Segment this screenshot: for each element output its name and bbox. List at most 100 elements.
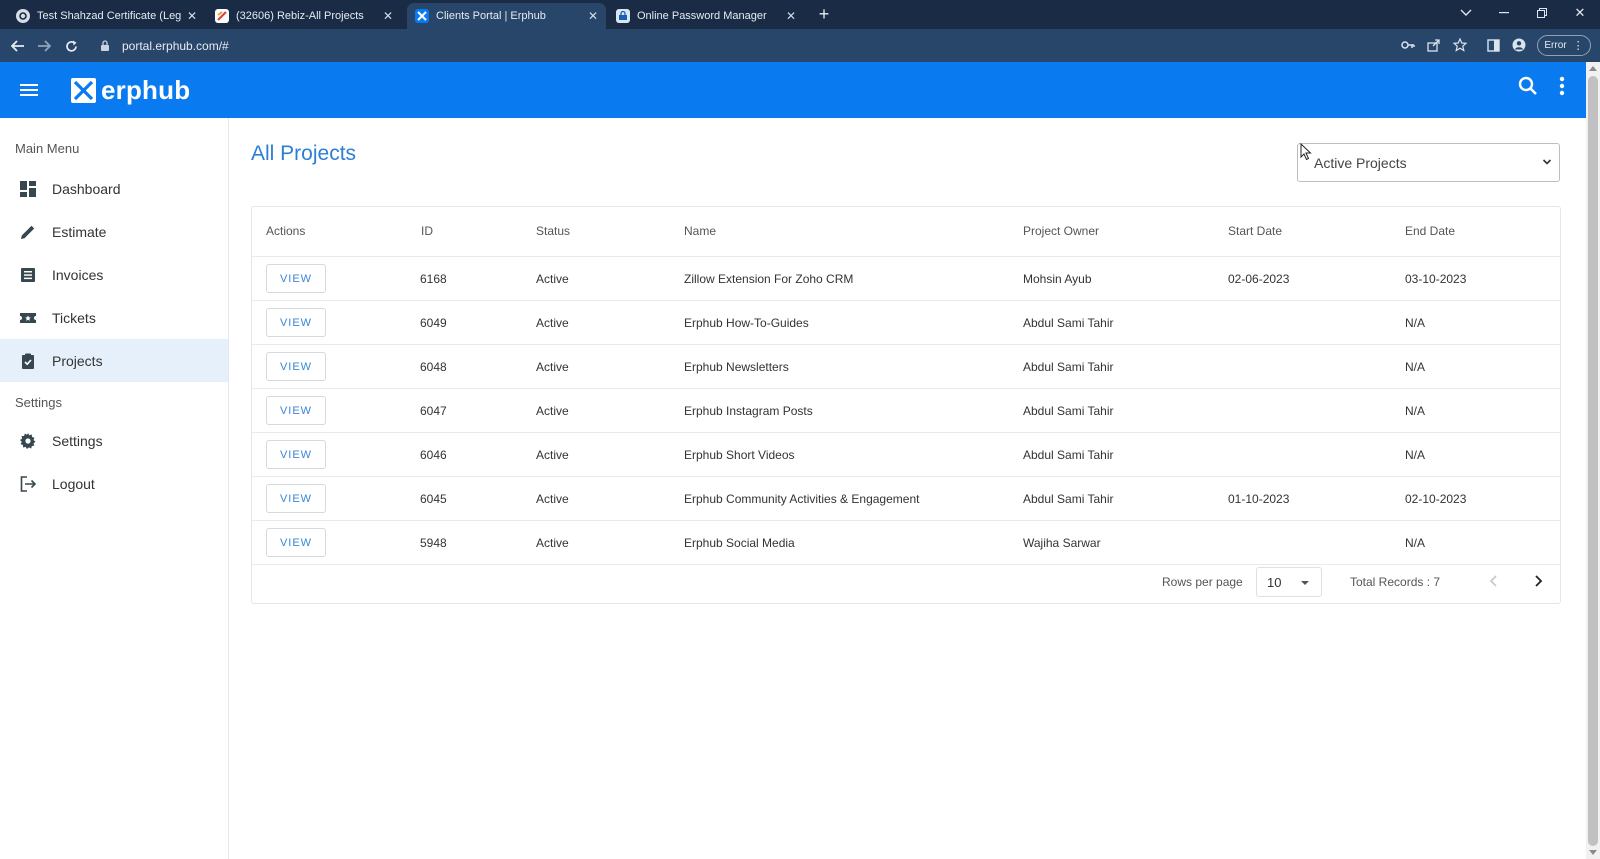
cell-end-date: N/A: [1405, 536, 1426, 550]
view-button[interactable]: VIEW: [266, 308, 326, 337]
tab-close-icon[interactable]: ✕: [187, 9, 197, 23]
sidebar-item-invoices[interactable]: Invoices: [0, 253, 228, 296]
column-header-status: Status: [536, 224, 571, 238]
logout-icon: [19, 475, 37, 493]
next-page-icon[interactable]: [1529, 572, 1547, 590]
column-header-project-owner: Project Owner: [1023, 224, 1100, 238]
side-panel-icon[interactable]: [1483, 35, 1503, 55]
cell-id: 6168: [420, 272, 447, 286]
cell-id: 6047: [420, 404, 447, 418]
view-button[interactable]: VIEW: [266, 264, 326, 293]
cell-start-date: 01-10-2023: [1228, 492, 1290, 506]
back-arrow-icon[interactable]: [6, 34, 30, 58]
tab-close-icon[interactable]: ✕: [383, 9, 393, 23]
sidebar-item-label: Invoices: [52, 266, 104, 283]
scrollbar-thumb[interactable]: [1588, 76, 1598, 846]
tab-title: Clients Portal | Erphub: [436, 10, 546, 22]
cell-status: Active: [536, 360, 569, 374]
view-button[interactable]: VIEW: [266, 396, 326, 425]
clipboard-check-icon: [19, 352, 37, 370]
view-button[interactable]: VIEW: [266, 528, 326, 557]
pencil-icon: [19, 223, 37, 241]
browser-tab-bar: Test Shahzad Certificate (Legal C ✕ (326…: [0, 0, 1600, 29]
key-icon[interactable]: [1398, 35, 1418, 55]
more-vertical-icon[interactable]: [1555, 74, 1569, 98]
restore-button[interactable]: [1524, 0, 1560, 26]
cell-end-date: N/A: [1405, 448, 1426, 462]
error-label: Error: [1544, 40, 1567, 51]
share-icon[interactable]: [1424, 35, 1444, 55]
browser-tab-1[interactable]: Test Shahzad Certificate (Legal C ✕: [8, 3, 205, 29]
forward-arrow-icon[interactable]: [32, 34, 56, 58]
sidebar-item-estimate[interactable]: Estimate: [0, 210, 228, 253]
bookmark-star-icon[interactable]: [1450, 35, 1470, 55]
list-icon: [19, 266, 37, 284]
reload-icon[interactable]: [59, 34, 83, 58]
cell-owner: Abdul Sami Tahir: [1023, 404, 1114, 418]
close-window-button[interactable]: ✕: [1562, 0, 1598, 26]
cell-owner: Abdul Sami Tahir: [1023, 360, 1114, 374]
cell-name: Erphub How-To-Guides: [684, 316, 809, 330]
gear-badge-icon: [16, 9, 30, 23]
browser-tab-4[interactable]: Online Password Manager ✕: [608, 3, 804, 29]
profile-icon[interactable]: [1509, 35, 1529, 55]
table-row: VIEW 6168 Active Zillow Extension For Zo…: [252, 257, 1560, 301]
view-button[interactable]: VIEW: [266, 440, 326, 469]
scroll-up-arrow-icon[interactable]: [1589, 66, 1597, 71]
tab-title: Online Password Manager: [637, 10, 767, 22]
cell-id: 6048: [420, 360, 447, 374]
sidebar-item-projects[interactable]: Projects: [0, 339, 228, 382]
rows-per-page-select[interactable]: 10: [1256, 567, 1322, 597]
scroll-down-arrow-icon[interactable]: [1589, 850, 1597, 855]
view-button[interactable]: VIEW: [266, 352, 326, 381]
cell-end-date: N/A: [1405, 316, 1426, 330]
sidebar-item-settings[interactable]: Settings: [0, 419, 228, 462]
new-tab-button[interactable]: +: [813, 3, 835, 25]
error-status-button[interactable]: Error ⋮: [1537, 35, 1591, 56]
cell-owner: Abdul Sami Tahir: [1023, 316, 1114, 330]
password-manager-favicon: [616, 9, 630, 23]
cell-owner: Mohsin Ayub: [1023, 272, 1092, 286]
project-filter-select[interactable]: Active Projects: [1297, 143, 1560, 182]
table-row: VIEW 6047 Active Erphub Instagram Posts …: [252, 389, 1560, 433]
column-header-name: Name: [684, 224, 717, 238]
browser-tab-3[interactable]: Clients Portal | Erphub ✕: [407, 3, 606, 29]
cell-id: 5948: [420, 536, 447, 550]
cell-name: Erphub Community Activities & Engagement: [684, 492, 920, 506]
tab-close-icon[interactable]: ✕: [588, 9, 598, 23]
address-bar[interactable]: portal.erphub.com/#: [90, 33, 1390, 58]
url-text: portal.erphub.com/#: [122, 38, 229, 53]
cell-name: Erphub Short Videos: [684, 448, 795, 462]
cell-start-date: 02-06-2023: [1228, 272, 1290, 286]
hamburger-menu-icon[interactable]: [18, 79, 40, 101]
rebiz-favicon: [215, 9, 229, 23]
tab-title: Test Shahzad Certificate (Legal C: [37, 10, 181, 22]
erphub-logo[interactable]: erphub: [70, 75, 190, 105]
rows-per-page-label: Rows per page: [1162, 575, 1243, 589]
table-header: Actions ID Status Name Project Owner Sta…: [252, 207, 1560, 257]
sidebar-item-tickets[interactable]: Tickets: [0, 296, 228, 339]
cell-status: Active: [536, 272, 569, 286]
cell-owner: Wajiha Sarwar: [1023, 536, 1101, 550]
previous-page-icon[interactable]: [1485, 572, 1503, 590]
ticket-icon: [19, 309, 37, 327]
sidebar-item-dashboard[interactable]: Dashboard: [0, 167, 228, 210]
sidebar-item-label: Projects: [52, 352, 103, 369]
browser-tab-2[interactable]: (32606) Rebiz-All Projects ✕: [207, 3, 401, 29]
column-header-end-date: End Date: [1405, 224, 1456, 238]
sidebar-item-logout[interactable]: Logout: [0, 462, 228, 505]
tab-search-chevron-icon[interactable]: [1448, 0, 1484, 26]
cell-end-date: N/A: [1405, 404, 1426, 418]
projects-table-card: Actions ID Status Name Project Owner Sta…: [251, 206, 1561, 604]
minimize-button[interactable]: [1486, 0, 1522, 26]
sidebar-item-label: Tickets: [52, 309, 96, 326]
search-icon[interactable]: [1516, 74, 1540, 98]
tab-close-icon[interactable]: ✕: [786, 9, 796, 23]
sidebar: Main Menu Dashboard Estimate Invoices Ti…: [0, 118, 229, 859]
cell-owner: Abdul Sami Tahir: [1023, 448, 1114, 462]
site-info-icon[interactable]: [98, 39, 112, 53]
view-button[interactable]: VIEW: [266, 484, 326, 513]
page-scrollbar[interactable]: [1586, 62, 1600, 859]
sidebar-item-label: Dashboard: [52, 180, 121, 197]
cell-owner: Abdul Sami Tahir: [1023, 492, 1114, 506]
